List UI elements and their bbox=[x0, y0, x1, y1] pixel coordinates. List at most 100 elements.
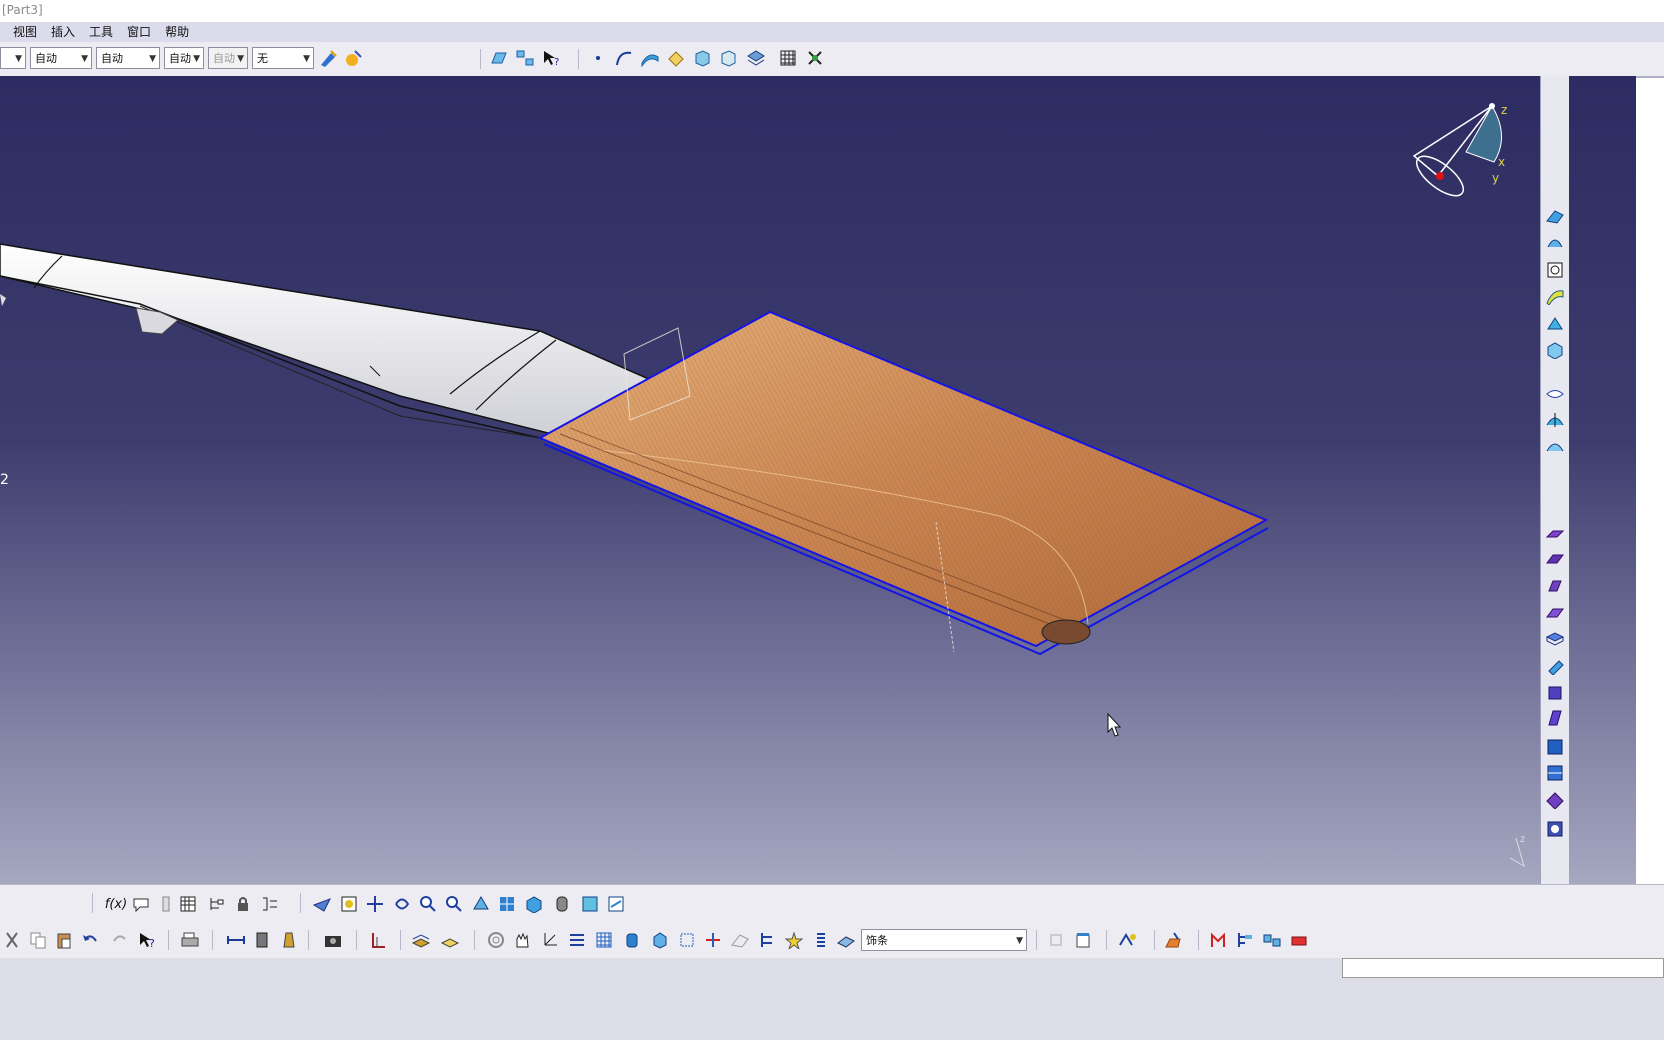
fit-all-icon[interactable] bbox=[339, 894, 359, 914]
layer-a-icon[interactable] bbox=[411, 930, 431, 950]
painter-icon[interactable] bbox=[318, 48, 338, 68]
print-icon[interactable] bbox=[180, 930, 200, 950]
line-weight-combo[interactable]: 自动 ▼ bbox=[96, 47, 160, 69]
material-icon[interactable] bbox=[836, 930, 856, 950]
assembly-icon[interactable] bbox=[746, 48, 766, 68]
undo-icon[interactable] bbox=[80, 930, 100, 950]
axis-system-icon[interactable] bbox=[368, 930, 388, 950]
zoom-in-icon[interactable] bbox=[418, 894, 438, 914]
flap-surface[interactable] bbox=[537, 310, 1269, 656]
menu-tools[interactable]: 工具 bbox=[82, 22, 120, 42]
shaft-icon[interactable] bbox=[1545, 576, 1565, 596]
hole-icon[interactable] bbox=[1545, 628, 1565, 648]
pad-icon[interactable] bbox=[1545, 524, 1565, 544]
3d-viewport[interactable]: z x y z 2 bbox=[0, 76, 1636, 884]
point-icon[interactable] bbox=[588, 48, 608, 68]
solid-combine-icon[interactable] bbox=[1545, 790, 1565, 810]
wing-body[interactable] bbox=[0, 243, 662, 439]
hand-icon[interactable] bbox=[512, 930, 532, 950]
eraser-icon[interactable] bbox=[1290, 930, 1310, 950]
knowledge-icon[interactable] bbox=[1118, 930, 1138, 950]
whats-this-icon[interactable]: ? bbox=[541, 48, 561, 68]
iso-view-icon[interactable] bbox=[524, 894, 544, 914]
stiffener-icon[interactable] bbox=[1545, 708, 1565, 728]
paste-icon[interactable] bbox=[54, 930, 74, 950]
comment-icon[interactable] bbox=[131, 894, 151, 914]
split-icon[interactable] bbox=[1545, 410, 1565, 430]
fly-mode-icon[interactable] bbox=[312, 894, 332, 914]
analysis-icon[interactable] bbox=[805, 48, 825, 68]
grid-snap-icon[interactable] bbox=[594, 930, 614, 950]
remove-icon[interactable] bbox=[1545, 762, 1565, 782]
light-icon[interactable] bbox=[156, 894, 176, 914]
line-type-combo[interactable]: 自动 ▼ bbox=[164, 47, 204, 69]
capture-icon[interactable] bbox=[323, 930, 343, 950]
pocket-icon[interactable] bbox=[1545, 550, 1565, 570]
list-icon[interactable] bbox=[567, 930, 587, 950]
wireframe-icon[interactable] bbox=[730, 930, 750, 950]
spiral-icon[interactable] bbox=[486, 930, 506, 950]
menu-window[interactable]: 窗口 bbox=[120, 22, 158, 42]
normal-view-icon[interactable] bbox=[471, 894, 491, 914]
product-icon[interactable] bbox=[1262, 930, 1282, 950]
rotate-icon[interactable] bbox=[392, 894, 412, 914]
levels-icon[interactable] bbox=[811, 930, 831, 950]
surface-icon[interactable] bbox=[640, 48, 660, 68]
lock-icon[interactable] bbox=[233, 894, 253, 914]
help-icon[interactable]: ? bbox=[137, 930, 157, 950]
tree-expand-icon[interactable] bbox=[1235, 930, 1255, 950]
sketch-plane-icon[interactable] bbox=[489, 48, 509, 68]
groove-icon[interactable] bbox=[1545, 602, 1565, 622]
grid-icon[interactable] bbox=[778, 48, 798, 68]
menu-insert[interactable]: 插入 bbox=[44, 22, 82, 42]
loft-icon[interactable] bbox=[1545, 340, 1565, 360]
multi-section-icon[interactable] bbox=[1545, 736, 1565, 756]
properties-icon[interactable] bbox=[344, 48, 364, 68]
style-combo[interactable]: 饰条 ▼ bbox=[861, 929, 1027, 951]
sweep-icon[interactable] bbox=[1545, 286, 1565, 306]
menu-view[interactable]: 视图 bbox=[6, 22, 44, 42]
layer-combo[interactable]: 无 ▼ bbox=[252, 47, 314, 69]
cylinder-icon[interactable] bbox=[622, 930, 642, 950]
rib-icon[interactable] bbox=[1545, 656, 1565, 676]
cut-plane-icon[interactable] bbox=[703, 930, 723, 950]
copy-icon[interactable] bbox=[28, 930, 48, 950]
table-icon[interactable] bbox=[178, 894, 198, 914]
hide-show-icon[interactable] bbox=[580, 894, 600, 914]
zoom-out-icon[interactable] bbox=[444, 894, 464, 914]
bounding-box-icon[interactable] bbox=[677, 930, 697, 950]
pan-icon[interactable] bbox=[365, 894, 385, 914]
cut-icon[interactable] bbox=[2, 930, 22, 950]
measure-between-icon[interactable] bbox=[226, 930, 246, 950]
join-icon[interactable] bbox=[1545, 384, 1565, 404]
body-icon[interactable] bbox=[718, 48, 738, 68]
compass-icon[interactable]: z x y bbox=[1411, 103, 1508, 203]
measure-item-icon[interactable] bbox=[252, 930, 272, 950]
extrude-surface-icon[interactable] bbox=[1545, 206, 1565, 226]
star-icon[interactable] bbox=[784, 930, 804, 950]
curve-icon[interactable] bbox=[614, 48, 634, 68]
command-input[interactable] bbox=[1342, 958, 1664, 978]
solid-icon[interactable] bbox=[692, 48, 712, 68]
thick-surface-icon[interactable] bbox=[1545, 818, 1565, 838]
sphere-icon[interactable] bbox=[1545, 260, 1565, 280]
trim-icon[interactable] bbox=[1545, 436, 1565, 456]
apply-material-icon[interactable] bbox=[1164, 930, 1184, 950]
revolve-surface-icon[interactable] bbox=[1545, 232, 1565, 252]
multi-viewport-icon[interactable] bbox=[497, 894, 517, 914]
measure-inertia-icon[interactable] bbox=[279, 930, 299, 950]
menu-help[interactable]: 帮助 bbox=[158, 22, 196, 42]
partial-combo[interactable]: ▼ bbox=[0, 47, 26, 69]
axis-icon[interactable] bbox=[540, 930, 560, 950]
plane-icon[interactable] bbox=[666, 48, 686, 68]
bracket-icon[interactable] bbox=[260, 894, 280, 914]
box-icon[interactable] bbox=[650, 930, 670, 950]
swap-space-icon[interactable] bbox=[606, 894, 626, 914]
multi-view-icon[interactable] bbox=[515, 48, 535, 68]
swap-red-icon[interactable] bbox=[1208, 930, 1228, 950]
slot-icon[interactable] bbox=[1545, 682, 1565, 702]
render-style-icon[interactable] bbox=[552, 894, 572, 914]
formula-icon[interactable]: f(x) bbox=[104, 894, 128, 914]
fill-icon[interactable] bbox=[1545, 314, 1565, 334]
catalog-icon[interactable] bbox=[1073, 930, 1093, 950]
